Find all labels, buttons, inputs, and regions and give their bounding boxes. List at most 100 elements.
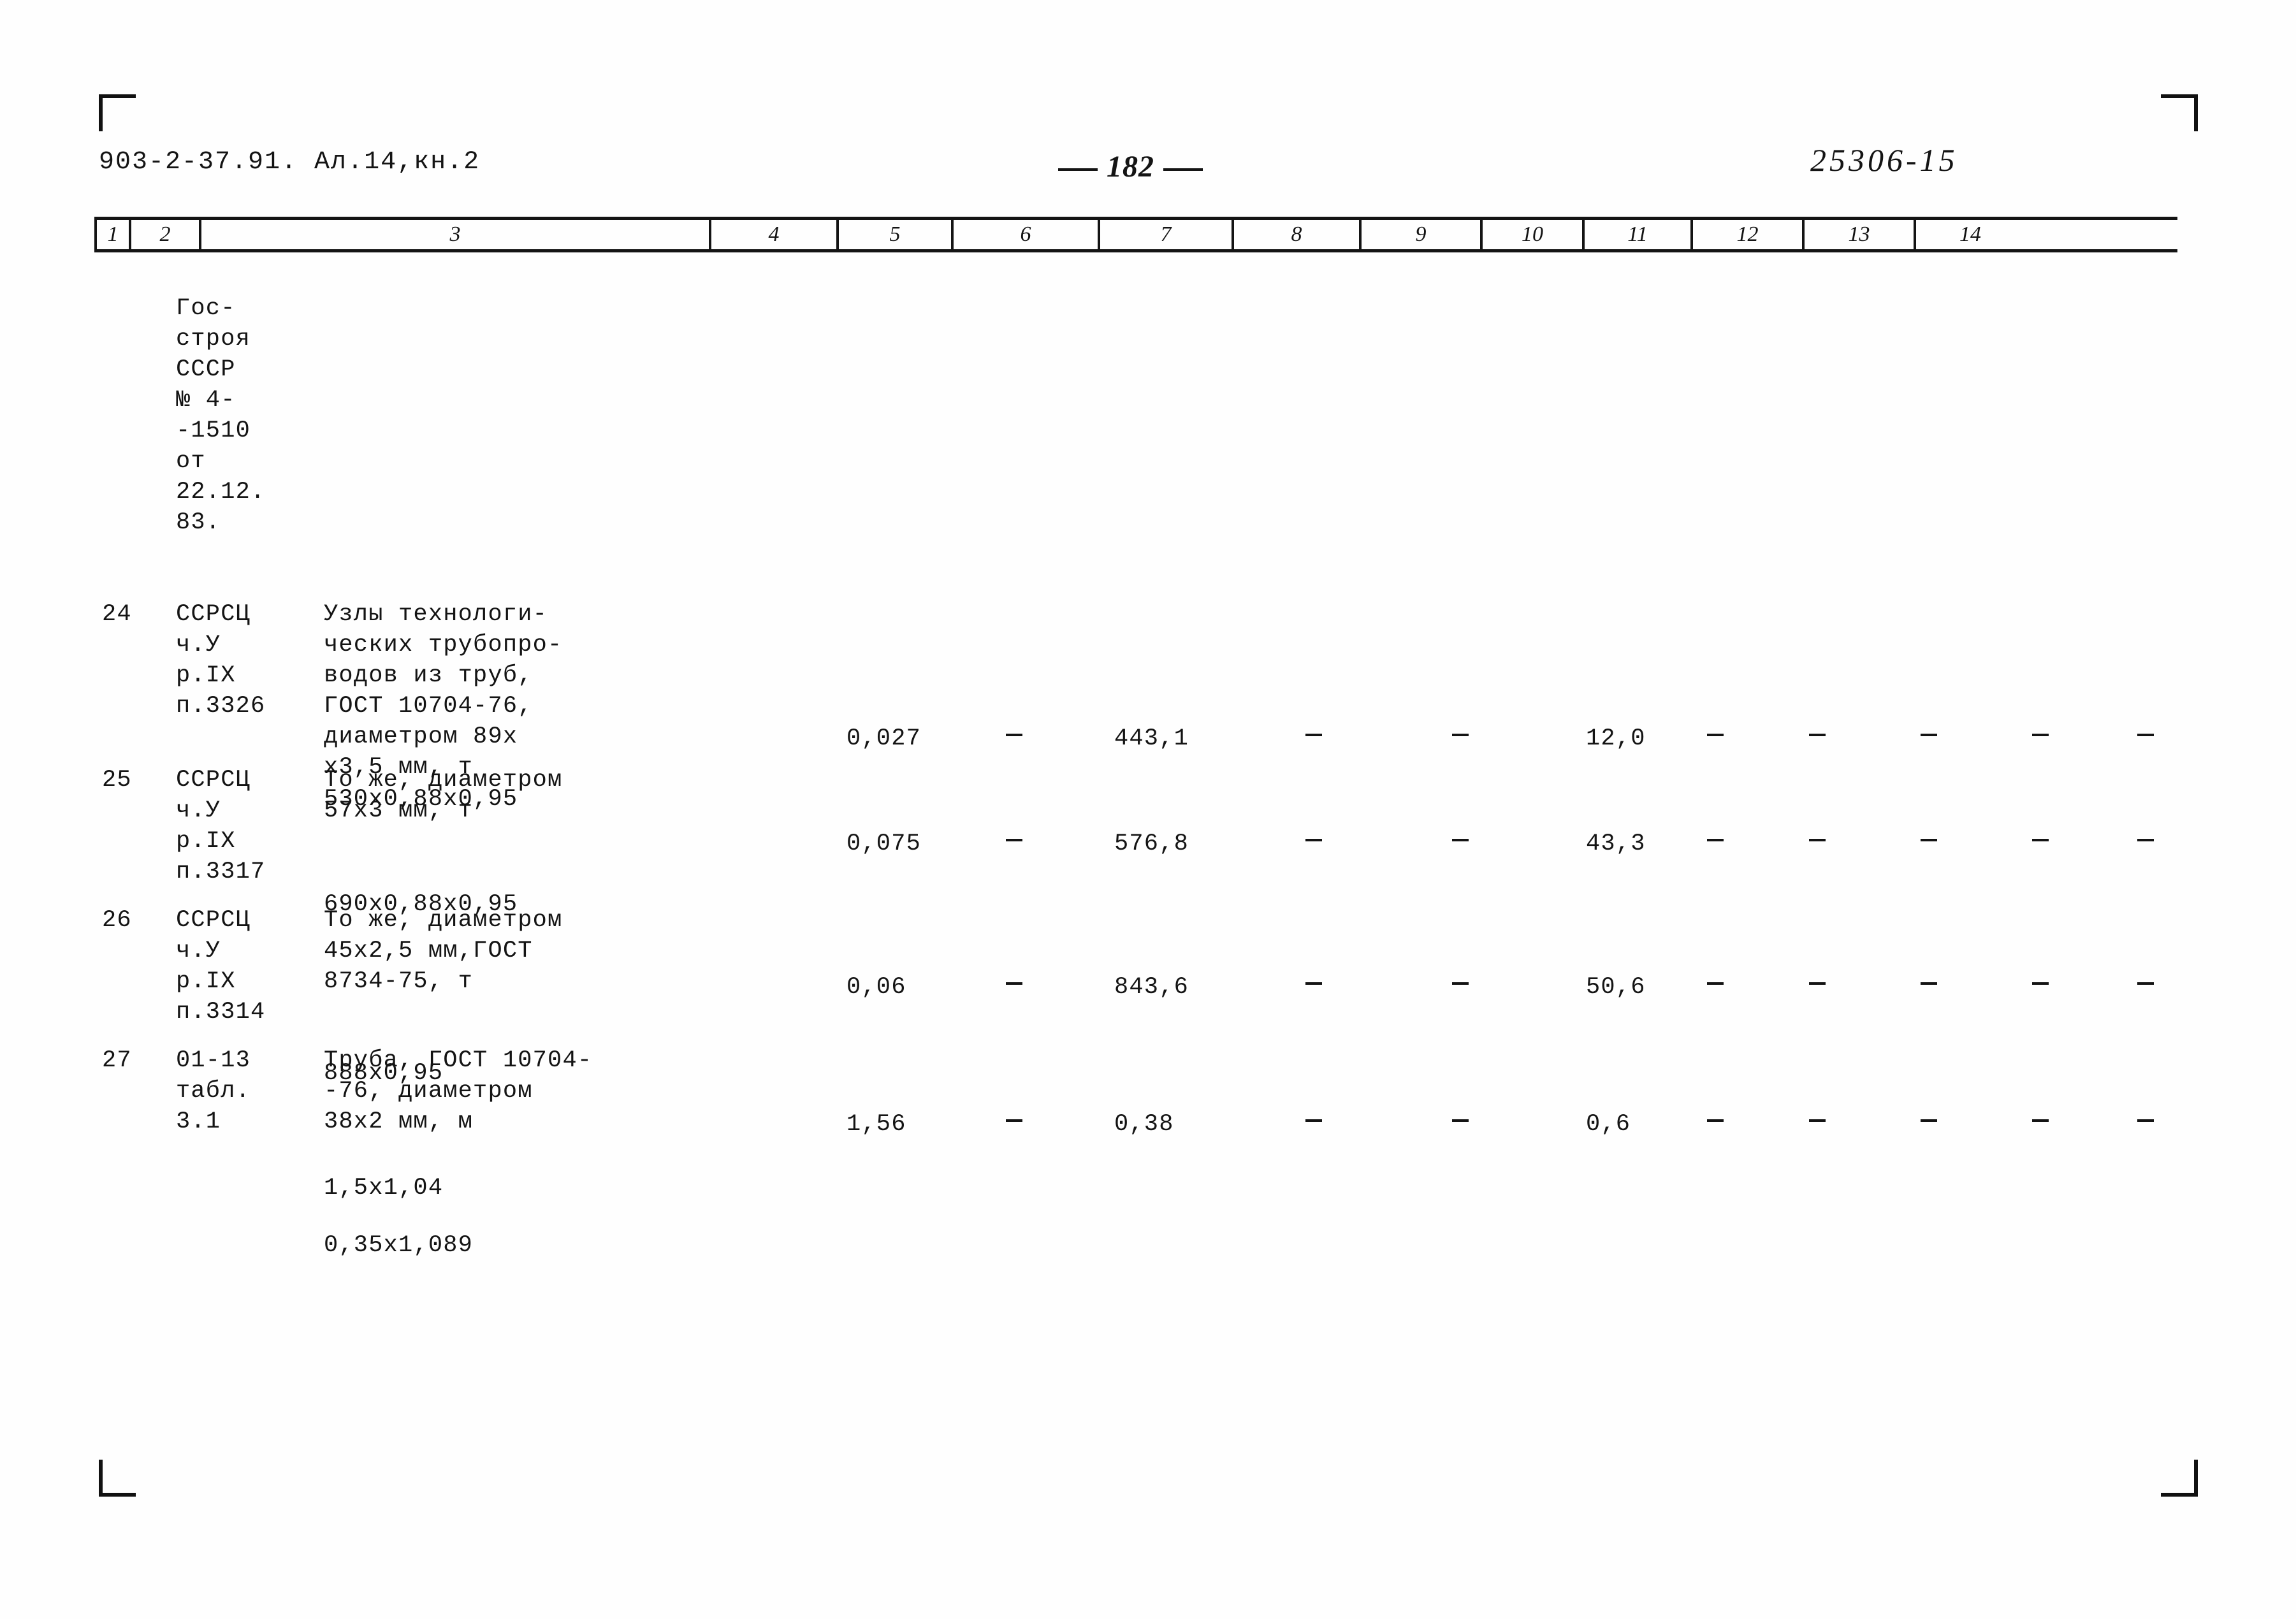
cell-col11 [1809, 723, 1826, 754]
cell-col10 [1707, 972, 1724, 1003]
row-description: То же, диаметром 57х3 мм, т [324, 767, 563, 824]
cell-col7 [1305, 723, 1322, 754]
cell-col13 [2032, 1109, 2049, 1140]
cell-col7 [1305, 972, 1322, 1003]
row-description-coefficients: 1,5х1,04 [324, 1175, 444, 1202]
empty-value-dash [1707, 734, 1724, 737]
page-dash-left [1058, 168, 1098, 171]
row-source-code: Гос- строя СССР № 4- -1510 от 22.12. 83. [176, 295, 266, 536]
cell-col9: 43,3 [1586, 831, 1646, 857]
cell-col8 [1452, 972, 1469, 1003]
crop-mark-top-right [2161, 94, 2198, 131]
crop-mark-bottom-right [2161, 1460, 2198, 1497]
cell-col13 [2032, 723, 2049, 754]
empty-value-dash [2032, 734, 2049, 737]
empty-value-dash [2137, 982, 2154, 985]
cell-col13 [2032, 829, 2049, 859]
empty-value-dash [1809, 1119, 1826, 1122]
crop-mark-bottom-left [99, 1460, 136, 1497]
cell-col4: 0,06 [846, 974, 906, 1001]
cell-col6: 443,1 [1114, 725, 1189, 752]
cell-col5 [1006, 829, 1022, 859]
cell-col8 [1452, 1109, 1469, 1140]
empty-value-dash [1452, 839, 1469, 842]
row-source-code: ССРСЦ ч.У р.IX п.3326 [176, 601, 266, 720]
empty-value-dash [2032, 982, 2049, 985]
cell-col9: 0,6 [1586, 1111, 1631, 1138]
row-description: То же, диаметром 45х2,5 мм,ГОСТ 8734-75,… [324, 907, 563, 995]
column-header-9: 9 [1362, 220, 1483, 249]
cell-col7 [1305, 829, 1322, 859]
document-code: 903-2-37.91. Ал.14,кн.2 [99, 148, 481, 177]
cell-col8 [1452, 829, 1469, 859]
column-header-5: 5 [839, 220, 954, 249]
cell-col6: 843,6 [1114, 974, 1189, 1001]
column-header-4: 4 [711, 220, 839, 249]
row-source-code: ССРСЦ ч.У р.IX п.3314 [176, 907, 266, 1026]
row-index: 26 [102, 907, 132, 934]
empty-value-dash [2137, 734, 2154, 737]
empty-value-dash [1305, 1119, 1322, 1122]
cell-col6: 576,8 [1114, 831, 1189, 857]
page-number-marker: 182 [1058, 150, 1203, 187]
row-index: 25 [102, 767, 132, 794]
cell-col14 [2137, 1109, 2154, 1140]
empty-value-dash [2032, 839, 2049, 842]
page-dash-right [1163, 168, 1203, 171]
column-header-3: 3 [201, 220, 711, 249]
column-header-10: 10 [1483, 220, 1585, 249]
table-row: 24 ССРСЦ ч.У р.IX п.3326 Узлы технологи- ч… [94, 599, 2185, 813]
empty-value-dash [1006, 982, 1022, 985]
empty-value-dash [1452, 734, 1469, 737]
cell-col4: 1,56 [846, 1111, 906, 1138]
empty-value-dash [1006, 1119, 1022, 1122]
empty-value-dash [1809, 839, 1826, 842]
cell-col14 [2137, 723, 2154, 754]
row-source-code: 01-13 табл. 3.1 [176, 1047, 251, 1135]
cell-col12 [1921, 972, 1937, 1003]
row-index: 27 [102, 1047, 132, 1074]
empty-value-dash [1707, 982, 1724, 985]
empty-value-dash [1809, 734, 1826, 737]
column-header-6: 6 [954, 220, 1100, 249]
empty-value-dash [1452, 1119, 1469, 1122]
empty-value-dash [1921, 1119, 1937, 1122]
row-description: Узлы технологи- ческих трубопро- водов и… [324, 601, 563, 781]
handwritten-archive-code: 25306-15 [1810, 142, 1958, 178]
column-header-12: 12 [1693, 220, 1805, 249]
empty-value-dash [2137, 1119, 2154, 1122]
empty-value-dash [1006, 734, 1022, 737]
cell-col5 [1006, 1109, 1022, 1140]
empty-value-dash [1921, 839, 1937, 842]
column-header-8: 8 [1234, 220, 1362, 249]
cell-col8 [1452, 723, 1469, 754]
cell-col13 [2032, 972, 2049, 1003]
cell-col12 [1921, 723, 1937, 754]
cell-col14 [2137, 829, 2154, 859]
empty-value-dash [1305, 982, 1322, 985]
empty-value-dash [1452, 982, 1469, 985]
column-header-2: 2 [131, 220, 201, 249]
empty-value-dash [1707, 839, 1724, 842]
cell-col10 [1707, 829, 1724, 859]
cell-col11 [1809, 972, 1826, 1003]
empty-value-dash [1809, 982, 1826, 985]
row-description-coefficients-2: 0,35х1,089 [324, 1232, 474, 1259]
cell-col5 [1006, 972, 1022, 1003]
cell-col12 [1921, 1109, 1937, 1140]
cell-col12 [1921, 829, 1937, 859]
column-header-7: 7 [1100, 220, 1234, 249]
crop-mark-top-left [99, 94, 136, 131]
empty-value-dash [1707, 1119, 1724, 1122]
empty-value-dash [2137, 839, 2154, 842]
table-row: Гос- строя СССР № 4- -1510 от 22.12. 83. [94, 293, 2185, 599]
column-header-11: 11 [1585, 220, 1693, 249]
cell-col11 [1809, 829, 1826, 859]
table-row: 25 ССРСЦ ч.У р.IX п.3317 То же, диаметром … [94, 765, 2185, 918]
cell-col10 [1707, 1109, 1724, 1140]
table-column-header-bar: 1 2 3 4 5 6 7 8 9 10 11 12 13 14 [94, 217, 2177, 252]
cell-col7 [1305, 1109, 1322, 1140]
row-description: Труба, ГОСТ 10704- -76, диаметром 38х2 м… [324, 1047, 593, 1135]
cell-col6: 0,38 [1114, 1111, 1174, 1138]
row-source-code: ССРСЦ ч.У р.IX п.3317 [176, 767, 266, 885]
